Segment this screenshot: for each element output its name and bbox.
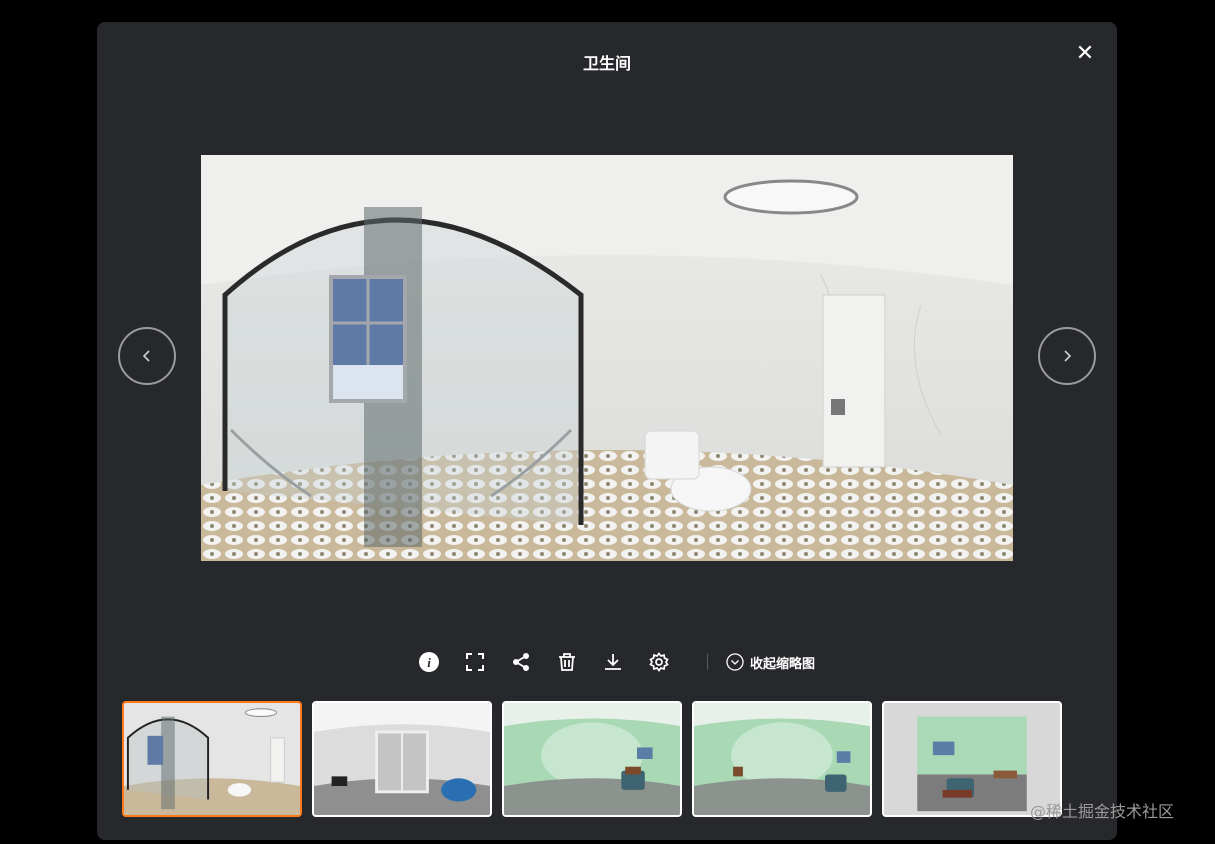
chevron-right-icon — [1064, 350, 1072, 362]
collapse-thumbnails-button[interactable]: 收起缩略图 — [726, 653, 815, 672]
thumbnail-green-room-2[interactable] — [692, 701, 872, 817]
chevron-down-circle-icon — [726, 653, 744, 671]
prev-button[interactable] — [118, 327, 176, 385]
svg-text:i: i — [427, 655, 431, 670]
next-button[interactable] — [1038, 327, 1096, 385]
thumbnail-white-room[interactable] — [312, 701, 492, 817]
settings-icon[interactable] — [647, 650, 671, 674]
panorama-image[interactable] — [201, 155, 1013, 561]
thumbnail-strip — [122, 701, 1072, 817]
collapse-thumbnails-label: 收起缩略图 — [750, 656, 816, 672]
toolbar-divider — [707, 654, 708, 670]
fullscreen-icon[interactable] — [463, 650, 487, 674]
download-icon[interactable] — [601, 650, 625, 674]
image-preview-modal: 卫生间 ✕ i 收起缩略图 — [97, 22, 1117, 840]
delete-icon[interactable] — [555, 650, 579, 674]
chevron-left-icon — [142, 350, 150, 362]
thumbnail-bathroom[interactable] — [122, 701, 302, 817]
close-icon[interactable]: ✕ — [1075, 43, 1095, 65]
info-icon[interactable]: i — [417, 650, 441, 674]
preview-title: 卫生间 — [582, 54, 631, 73]
share-icon[interactable] — [509, 650, 533, 674]
thumbnail-green-room-1[interactable] — [502, 701, 682, 817]
watermark: @稀土掘金技术社区 — [1030, 802, 1175, 821]
toolbar: i 收起缩略图 — [417, 648, 815, 676]
